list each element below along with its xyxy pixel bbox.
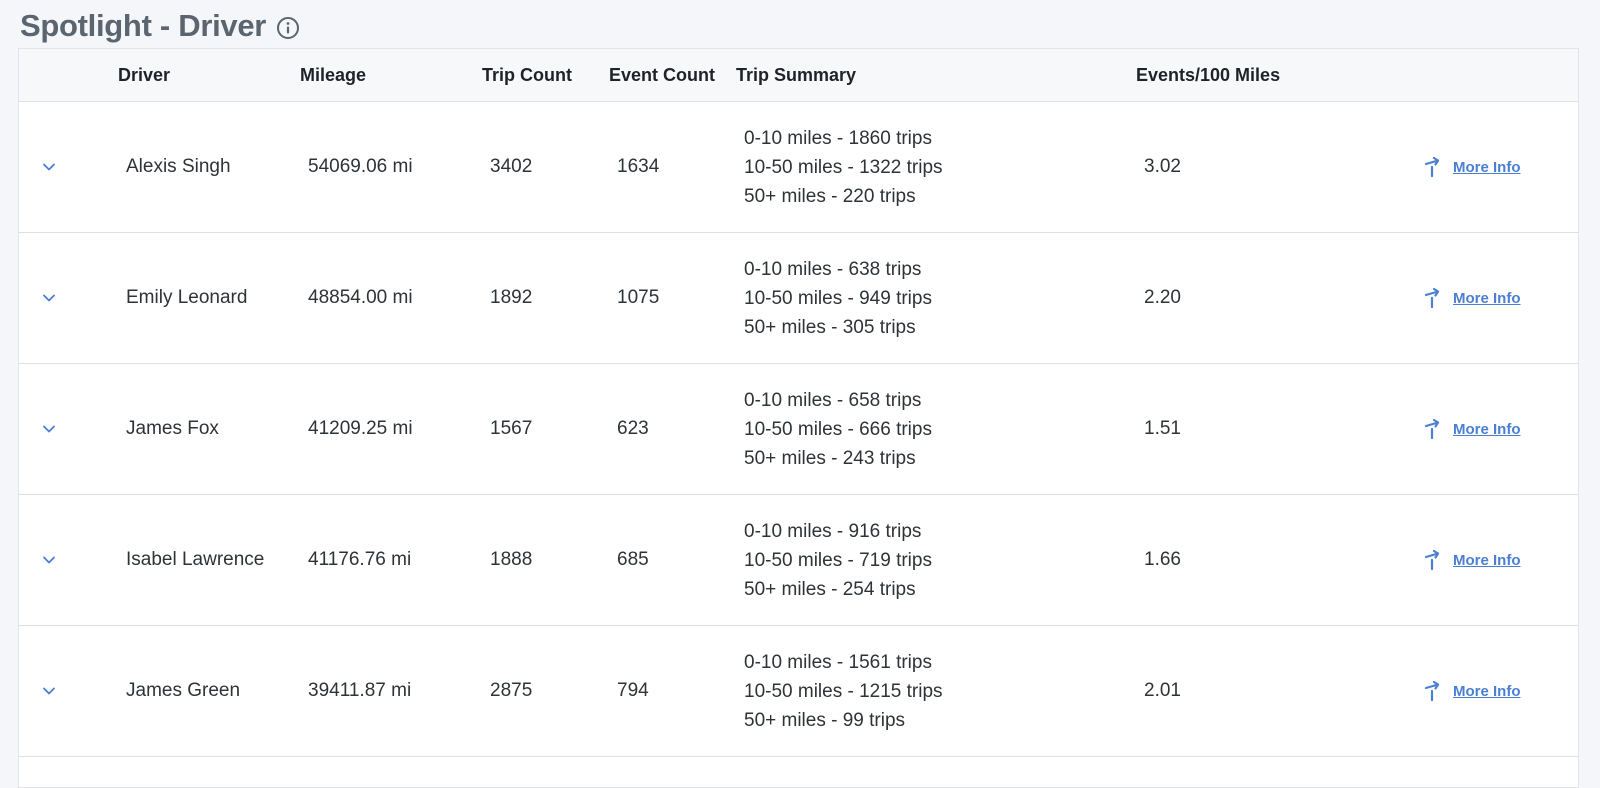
column-header-driver[interactable]: Driver bbox=[118, 49, 170, 101]
event-count-value: 685 bbox=[617, 549, 649, 570]
more-info-cell: More Info bbox=[1423, 102, 1521, 232]
trip-summary-line: 0-10 miles - 916 trips bbox=[744, 520, 922, 542]
trip-count-value: 1892 bbox=[490, 287, 533, 308]
trip-summary-line: 10-50 miles - 949 trips bbox=[744, 287, 932, 309]
chevron-down-icon[interactable] bbox=[41, 552, 57, 568]
trip-summary: 0-10 miles - 1561 trips 10-50 miles - 12… bbox=[744, 626, 943, 756]
event-count-value: 623 bbox=[617, 418, 649, 439]
trip-count-value: 3402 bbox=[490, 156, 533, 177]
more-info-link[interactable]: More Info bbox=[1423, 418, 1521, 440]
driver-name: Emily Leonard bbox=[126, 287, 248, 308]
events-per-100-value: 2.20 bbox=[1144, 287, 1181, 308]
column-header-trip-count[interactable]: Trip Count bbox=[482, 49, 572, 101]
mileage-value: 54069.06 mi bbox=[308, 156, 413, 177]
table-header: Driver Mileage Trip Count Event Count Tr… bbox=[19, 49, 1578, 102]
more-info-label[interactable]: More Info bbox=[1453, 290, 1521, 307]
more-info-label[interactable]: More Info bbox=[1453, 683, 1521, 700]
chevron-down-icon[interactable] bbox=[41, 683, 57, 699]
more-info-link[interactable]: More Info bbox=[1423, 549, 1521, 571]
trip-summary: 0-10 miles - 916 trips 10-50 miles - 719… bbox=[744, 495, 932, 625]
chevron-down-icon[interactable] bbox=[41, 159, 57, 175]
more-info-cell: More Info bbox=[1423, 626, 1521, 756]
trip-summary-line: 0-10 miles - 1860 trips bbox=[744, 127, 932, 149]
mileage-value: 41209.25 mi bbox=[308, 418, 413, 439]
arrow-turn-up-right-icon bbox=[1424, 680, 1440, 702]
driver-name: James Green bbox=[126, 680, 241, 701]
trip-summary-line: 50+ miles - 99 trips bbox=[744, 709, 906, 731]
column-header-mileage[interactable]: Mileage bbox=[300, 49, 366, 101]
arrow-turn-up-right-icon bbox=[1424, 418, 1440, 440]
trip-summary-line: 0-10 miles - 638 trips bbox=[744, 258, 922, 280]
page-title: Spotlight - Driver bbox=[20, 8, 267, 43]
more-info-link[interactable]: More Info bbox=[1423, 156, 1521, 178]
expand-row-button[interactable] bbox=[41, 102, 57, 232]
driver-name: Alexis Singh bbox=[126, 156, 231, 177]
events-per-100-value: 1.51 bbox=[1144, 418, 1181, 439]
more-info-cell: More Info bbox=[1423, 364, 1521, 494]
events-per-100-value: 1.66 bbox=[1144, 549, 1181, 570]
trip-summary: 0-10 miles - 1860 trips 10-50 miles - 13… bbox=[744, 102, 943, 232]
arrow-turn-up-right-icon bbox=[1424, 287, 1440, 309]
event-count-value: 1075 bbox=[617, 287, 660, 308]
table-body: Alexis Singh 54069.06 mi 3402 1634 0-10 … bbox=[19, 102, 1578, 757]
more-info-cell: More Info bbox=[1423, 233, 1521, 363]
events-per-100-value: 3.02 bbox=[1144, 156, 1181, 177]
trip-summary-line: 10-50 miles - 666 trips bbox=[744, 418, 932, 440]
trip-summary-line: 50+ miles - 243 trips bbox=[744, 447, 916, 469]
trip-count-value: 2875 bbox=[490, 680, 533, 701]
driver-name: James Fox bbox=[126, 418, 219, 439]
table-row: Alexis Singh 54069.06 mi 3402 1634 0-10 … bbox=[19, 102, 1578, 233]
trip-summary-line: 0-10 miles - 658 trips bbox=[744, 389, 922, 411]
trip-count-value: 1888 bbox=[490, 549, 533, 570]
expand-row-button[interactable] bbox=[41, 364, 57, 494]
chevron-down-icon[interactable] bbox=[41, 290, 57, 306]
expand-row-button[interactable] bbox=[41, 233, 57, 363]
trip-summary-line: 10-50 miles - 1322 trips bbox=[744, 156, 943, 178]
table-row: James Fox 41209.25 mi 1567 623 0-10 mile… bbox=[19, 364, 1578, 495]
table-row: James Green 39411.87 mi 2875 794 0-10 mi… bbox=[19, 626, 1578, 757]
more-info-link[interactable]: More Info bbox=[1423, 287, 1521, 309]
arrow-turn-up-right-icon bbox=[1424, 549, 1440, 571]
more-info-label[interactable]: More Info bbox=[1453, 159, 1521, 176]
trip-summary-line: 10-50 miles - 719 trips bbox=[744, 549, 932, 571]
more-info-label[interactable]: More Info bbox=[1453, 552, 1521, 569]
arrow-turn-up-right-icon bbox=[1424, 156, 1440, 178]
more-info-cell: More Info bbox=[1423, 495, 1521, 625]
trip-count-value: 1567 bbox=[490, 418, 533, 439]
driver-name: Isabel Lawrence bbox=[126, 549, 265, 570]
event-count-value: 1634 bbox=[617, 156, 660, 177]
mileage-value: 41176.76 mi bbox=[308, 549, 412, 570]
expand-row-button[interactable] bbox=[41, 495, 57, 625]
event-count-value: 794 bbox=[617, 680, 649, 701]
info-icon[interactable] bbox=[276, 16, 300, 40]
trip-summary: 0-10 miles - 638 trips 10-50 miles - 949… bbox=[744, 233, 932, 363]
mileage-value: 48854.00 mi bbox=[308, 287, 413, 308]
table-row: Emily Leonard 48854.00 mi 1892 1075 0-10… bbox=[19, 233, 1578, 364]
trip-summary-line: 50+ miles - 220 trips bbox=[744, 185, 916, 207]
mileage-value: 39411.87 mi bbox=[308, 680, 412, 701]
column-header-trip-summary[interactable]: Trip Summary bbox=[736, 49, 856, 101]
trip-summary-line: 50+ miles - 254 trips bbox=[744, 578, 916, 600]
page-header: Spotlight - Driver bbox=[20, 6, 300, 46]
events-per-100-value: 2.01 bbox=[1144, 680, 1181, 701]
trip-summary-line: 50+ miles - 305 trips bbox=[744, 316, 916, 338]
more-info-link[interactable]: More Info bbox=[1423, 680, 1521, 702]
column-header-event-count[interactable]: Event Count bbox=[609, 49, 715, 101]
trip-summary-line: 0-10 miles - 1561 trips bbox=[744, 651, 932, 673]
column-header-events-per-100[interactable]: Events/100 Miles bbox=[1136, 49, 1280, 101]
trip-summary-line: 10-50 miles - 1215 trips bbox=[744, 680, 943, 702]
chevron-down-icon[interactable] bbox=[41, 421, 57, 437]
driver-table: Driver Mileage Trip Count Event Count Tr… bbox=[18, 48, 1579, 788]
expand-row-button[interactable] bbox=[41, 626, 57, 756]
table-row: Isabel Lawrence 41176.76 mi 1888 685 0-1… bbox=[19, 495, 1578, 626]
trip-summary: 0-10 miles - 658 trips 10-50 miles - 666… bbox=[744, 364, 932, 494]
more-info-label[interactable]: More Info bbox=[1453, 421, 1521, 438]
